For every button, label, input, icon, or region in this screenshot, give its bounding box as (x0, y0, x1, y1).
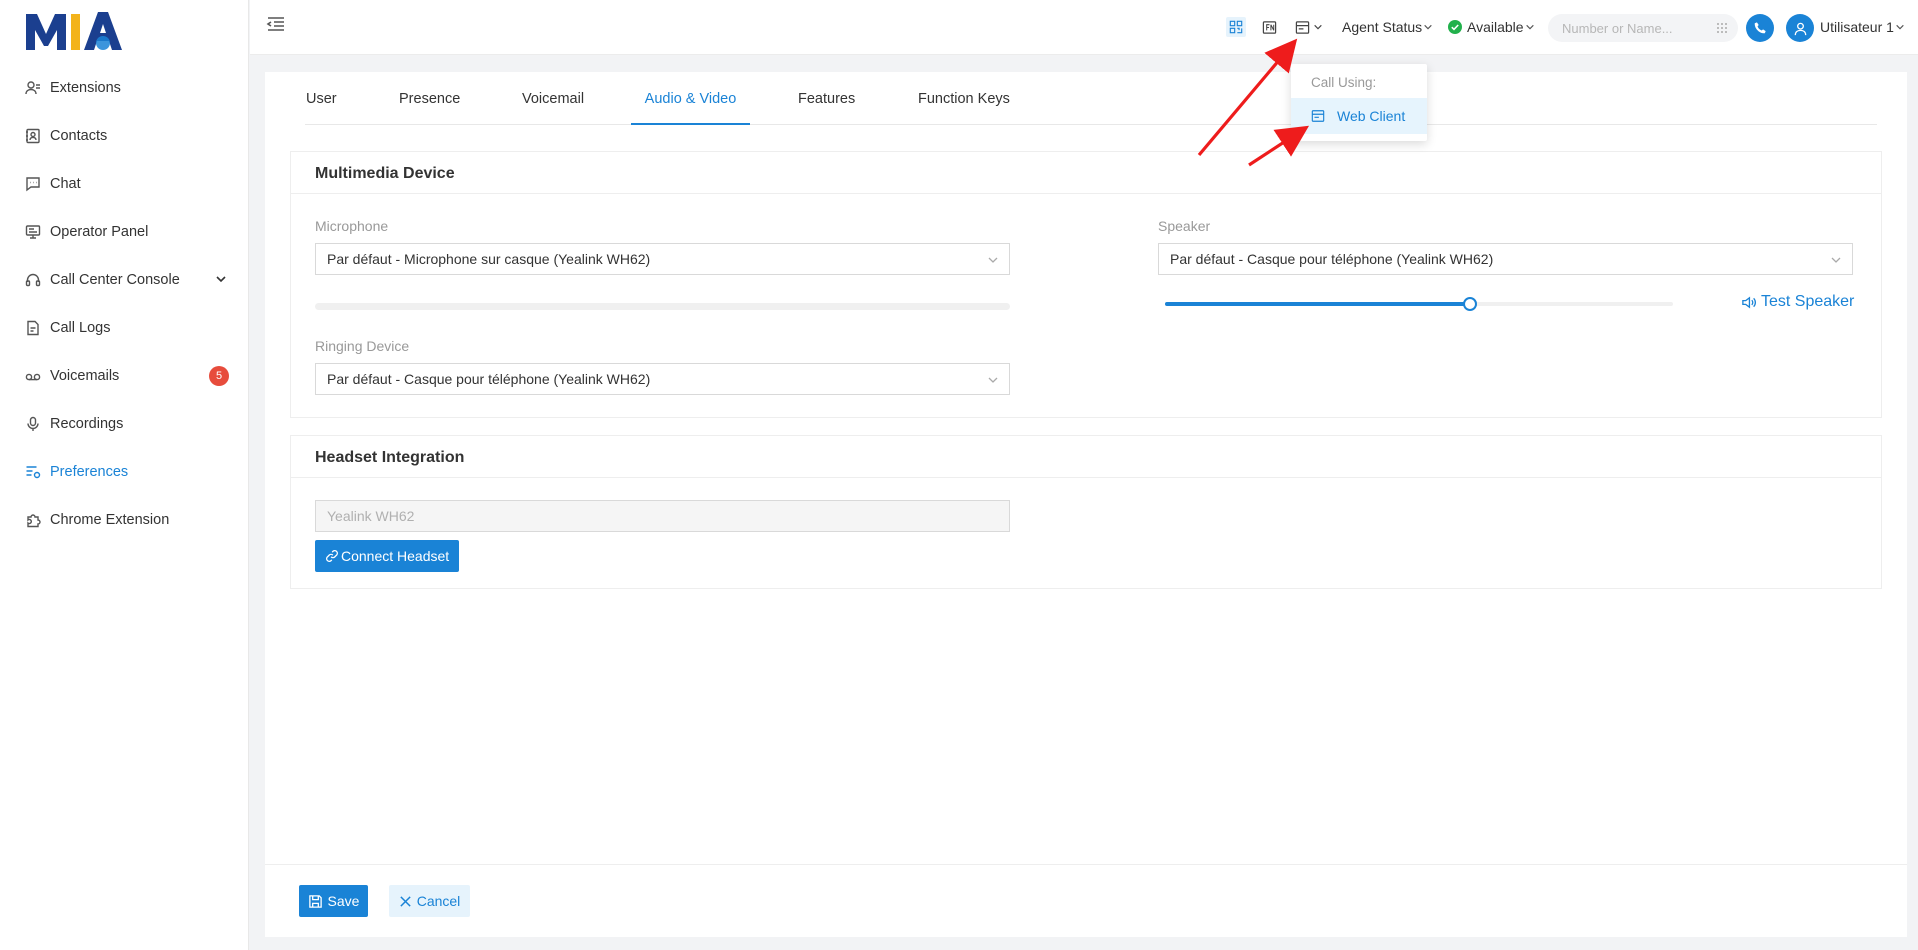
sidebar-item-label: Voicemails (50, 368, 120, 384)
sidebar-item-voicemails[interactable]: Voicemails 5 (0, 352, 249, 400)
call-log-icon (24, 319, 42, 337)
monitor-icon (24, 223, 42, 241)
tab-presence[interactable]: Presence (399, 72, 460, 125)
user-list-icon (24, 79, 42, 97)
slider-handle[interactable] (1462, 297, 1477, 311)
sidebar-nav: Extensions Contacts Chat Operator Panel … (0, 64, 249, 544)
cancel-button[interactable]: Cancel (389, 885, 470, 917)
headset-integration-title: Headset Integration (291, 436, 1881, 478)
sidebar-item-label: Call Logs (50, 320, 111, 336)
web-client-option[interactable]: Web Client (1291, 98, 1427, 134)
link-icon (326, 550, 338, 562)
slider-track (1165, 302, 1470, 306)
chevron-down-icon (1831, 257, 1841, 263)
headset-model-input: Yealink WH62 (315, 500, 1010, 532)
sidebar-item-operator-panel[interactable]: Operator Panel (0, 208, 249, 256)
tab-features[interactable]: Features (798, 72, 855, 125)
microphone-select[interactable]: Par défaut - Microphone sur casque (Yeal… (315, 243, 1010, 275)
headset-integration-card: Headset Integration Yealink WH62 Connect… (290, 435, 1882, 589)
microphone-select-value: Par défaut - Microphone sur casque (Yeal… (327, 251, 651, 267)
user-avatar[interactable] (1786, 14, 1814, 42)
call-button[interactable] (1746, 14, 1774, 42)
sidebar-item-chat[interactable]: Chat (0, 160, 249, 208)
chevron-down-icon[interactable] (215, 273, 227, 285)
speaker-select-value: Par défaut - Casque pour téléphone (Yeal… (1170, 251, 1494, 267)
sidebar-item-preferences[interactable]: Preferences (0, 448, 249, 496)
sidebar-item-label: Call Center Console (50, 272, 180, 288)
sidebar-item-label: Operator Panel (50, 224, 149, 240)
contacts-book-icon (24, 127, 42, 145)
chevron-down-icon (1896, 24, 1904, 30)
available-check-icon (1448, 20, 1462, 34)
qr-code-icon[interactable] (1226, 17, 1246, 37)
microphone-label: Microphone (315, 218, 389, 234)
sidebar-item-label: Chrome Extension (50, 512, 170, 528)
sidebar-item-extensions[interactable]: Extensions (0, 64, 249, 112)
sidebar-item-label: Contacts (50, 128, 108, 144)
microphone-level-meter (315, 303, 1010, 310)
agent-status-dropdown[interactable]: Agent Status (1342, 19, 1433, 35)
footer-divider (265, 864, 1907, 865)
multimedia-device-card: Multimedia Device Microphone Par défaut … (290, 151, 1882, 418)
sidebar-item-label: Recordings (50, 416, 124, 432)
chevron-down-icon (1424, 24, 1432, 30)
multimedia-device-title: Multimedia Device (291, 152, 1881, 194)
dial-search-box (1548, 14, 1738, 42)
tab-user[interactable]: User (306, 72, 337, 125)
preferences-panel: User Presence Voicemail Audio & Video Fe… (265, 72, 1907, 937)
preferences-tabs: User Presence Voicemail Audio & Video Fe… (305, 72, 1877, 125)
test-speaker-button[interactable]: Test Speaker (1741, 293, 1854, 311)
speaker-icon (1742, 296, 1756, 308)
tab-function-keys[interactable]: Function Keys (918, 72, 1010, 125)
sidebar-item-call-logs[interactable]: Call Logs (0, 304, 249, 352)
chevron-down-icon (988, 257, 998, 263)
number-search-input[interactable] (1548, 14, 1698, 42)
availability-dropdown[interactable]: Available (1448, 19, 1535, 35)
ringing-device-select-value: Par défaut - Casque pour téléphone (Yeal… (327, 371, 651, 387)
sidebar-item-call-center-console[interactable]: Call Center Console (0, 256, 249, 304)
sidebar-item-label: Extensions (50, 80, 121, 96)
sidebar-item-label: Chat (50, 176, 81, 192)
preferences-icon (24, 463, 42, 481)
save-icon (308, 894, 322, 908)
web-client-icon[interactable] (1292, 17, 1312, 37)
call-using-chevron-icon[interactable] (1312, 17, 1324, 37)
function-keys-icon[interactable] (1259, 17, 1279, 37)
tab-audio-video[interactable]: Audio & Video (631, 72, 750, 125)
chat-bubble-icon (24, 175, 42, 193)
speaker-volume-slider[interactable] (1165, 297, 1673, 311)
top-header: Agent Status Available Utilisateur 1 (250, 0, 1918, 55)
user-icon (1794, 22, 1806, 35)
menu-collapse-icon[interactable] (266, 14, 286, 34)
sidebar-item-label: Preferences (50, 464, 129, 480)
chevron-down-icon (988, 377, 998, 383)
sidebar-item-recordings[interactable]: Recordings (0, 400, 249, 448)
sidebar-item-chrome-extension[interactable]: Chrome Extension (0, 496, 249, 544)
speaker-select[interactable]: Par défaut - Casque pour téléphone (Yeal… (1158, 243, 1853, 275)
ringing-device-label: Ringing Device (315, 338, 410, 354)
connect-headset-button[interactable]: Connect Headset (315, 540, 460, 572)
sidebar-item-contacts[interactable]: Contacts (0, 112, 249, 160)
dialpad-icon[interactable] (1716, 22, 1728, 34)
call-using-popup: Call Using: Web Client (1291, 64, 1427, 141)
voicemail-icon (24, 367, 42, 385)
tab-voicemail[interactable]: Voicemail (522, 72, 584, 125)
chevron-down-icon (1525, 24, 1534, 30)
save-button[interactable]: Save (299, 885, 368, 917)
speaker-label: Speaker (1158, 218, 1211, 234)
puzzle-icon (24, 511, 42, 529)
headset-icon (24, 271, 42, 289)
voicemail-count-badge: 5 (209, 366, 229, 386)
web-client-icon (1311, 110, 1325, 122)
close-icon (400, 895, 411, 907)
sidebar: Extensions Contacts Chat Operator Panel … (0, 0, 249, 950)
call-using-label: Call Using: (1311, 75, 1377, 90)
user-menu-dropdown[interactable]: Utilisateur 1 (1820, 19, 1905, 35)
phone-icon (1754, 22, 1766, 34)
microphone-icon (24, 415, 42, 433)
mia-logo[interactable] (24, 6, 124, 54)
ringing-device-select[interactable]: Par défaut - Casque pour téléphone (Yeal… (315, 363, 1010, 395)
